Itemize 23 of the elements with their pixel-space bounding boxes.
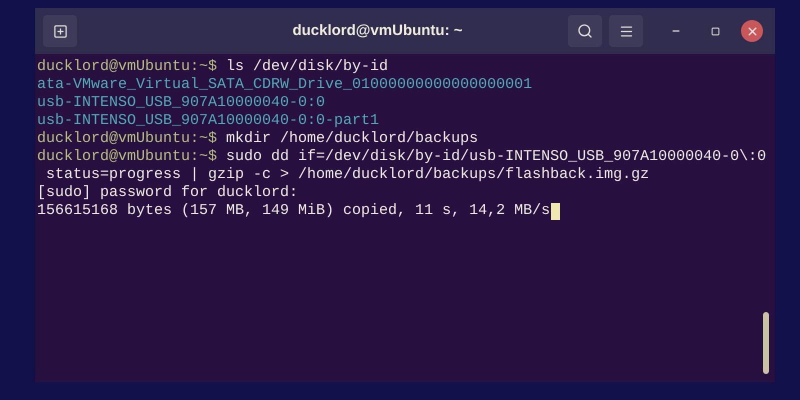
command-text: mkdir /home/ducklord/backups [226, 128, 478, 149]
device-entry: usb-INTENSO_USB_907A10000040-0:0-part1 [37, 110, 380, 131]
output-text: status=progress | gzip -c > /home/ducklord/backups/flashback.img.gz [45, 164, 650, 185]
close-button[interactable] [741, 20, 763, 42]
maximize-icon [710, 26, 720, 36]
search-icon [577, 23, 593, 39]
new-tab-icon [52, 24, 68, 38]
scrollbar-thumb[interactable] [763, 312, 769, 374]
menu-button[interactable] [609, 15, 643, 47]
output-text: 156615168 bytes (157 MB, 149 MiB) copied, 11 s, 14,2 MB/s [37, 200, 550, 221]
shell-prompt: ducklord@vmUbuntu:~$ [37, 146, 218, 167]
window-title: ducklord@vmUbuntu: ~ [292, 20, 463, 41]
close-icon [746, 24, 758, 38]
output-text: [sudo] password for ducklord: [37, 182, 298, 203]
menu-icon [618, 24, 634, 38]
device-entry: ata-VMware_Virtual_SATA_CDRW_Drive_01000000000000000001 [37, 74, 532, 95]
device-entry: usb-INTENSO_USB_907A10000040-0:0 [37, 92, 326, 113]
shell-prompt: ducklord@vmUbuntu:~$ [37, 56, 218, 77]
command-text: ls /dev/disk/by-id [226, 56, 388, 77]
shell-prompt: ducklord@vmUbuntu:~$ [37, 128, 218, 149]
search-button[interactable] [568, 15, 602, 47]
command-text: sudo dd if=/dev/disk/by-id/usb-INTENSO_USB_907A10000040-0\:0 [226, 146, 766, 167]
new-tab-button[interactable] [43, 15, 77, 47]
